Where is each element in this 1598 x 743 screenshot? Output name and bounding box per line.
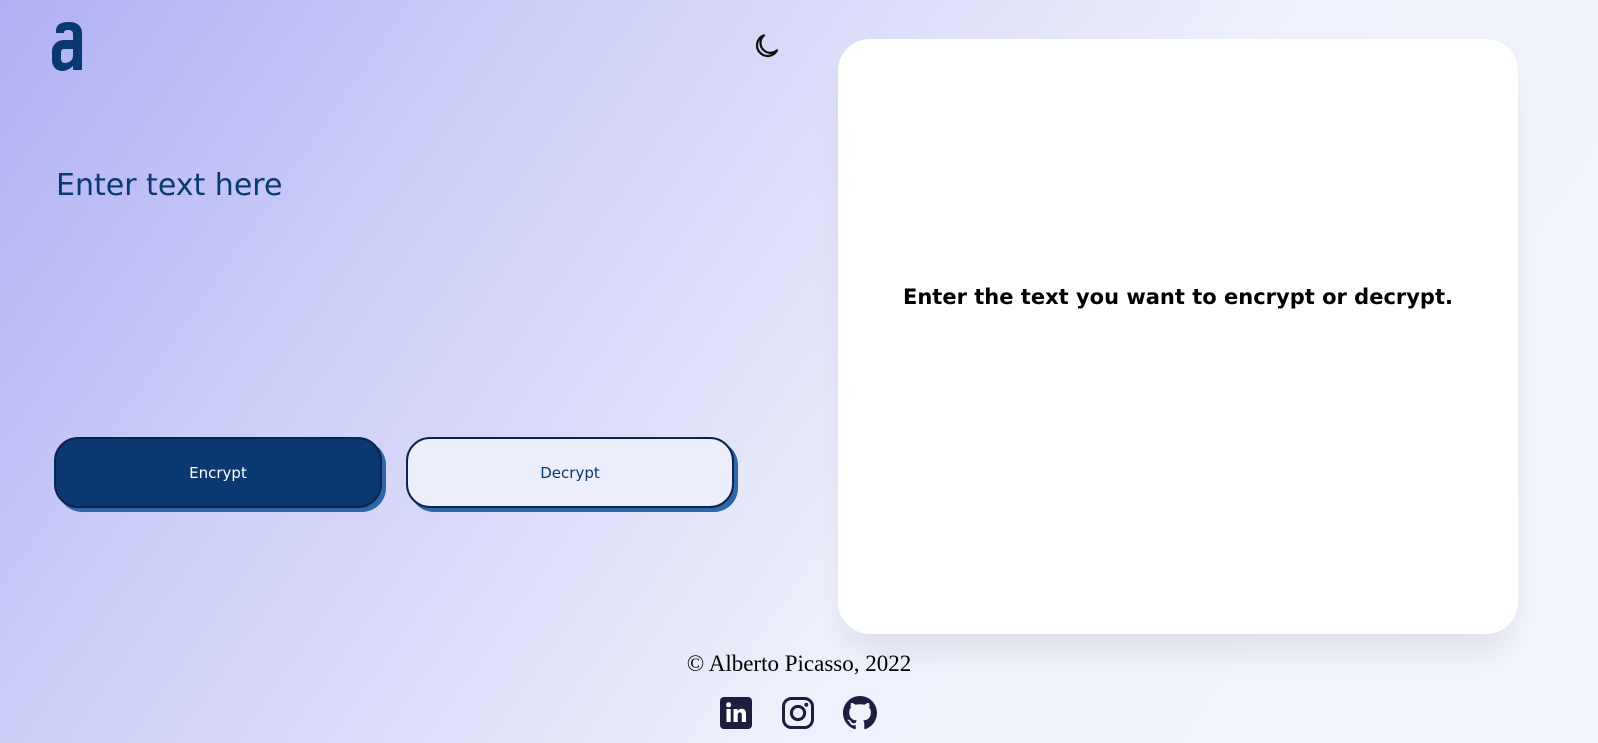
linkedin-link[interactable] (719, 696, 753, 730)
output-message: Enter the text you want to encrypt or de… (903, 284, 1453, 309)
copyright-text: © Alberto Picasso, 2022 (686, 651, 912, 676)
decrypt-button[interactable]: Decrypt (406, 437, 734, 508)
encrypt-button[interactable]: Encrypt (54, 437, 382, 508)
output-panel: Enter the text you want to encrypt or de… (838, 39, 1518, 634)
text-input[interactable] (56, 168, 736, 408)
github-link[interactable] (843, 696, 877, 730)
github-icon (843, 696, 877, 730)
instagram-link[interactable] (781, 696, 815, 730)
moon-icon[interactable] (752, 31, 782, 61)
linkedin-icon (720, 697, 752, 729)
instagram-icon (782, 697, 814, 729)
alura-a-logo-icon (52, 22, 82, 71)
